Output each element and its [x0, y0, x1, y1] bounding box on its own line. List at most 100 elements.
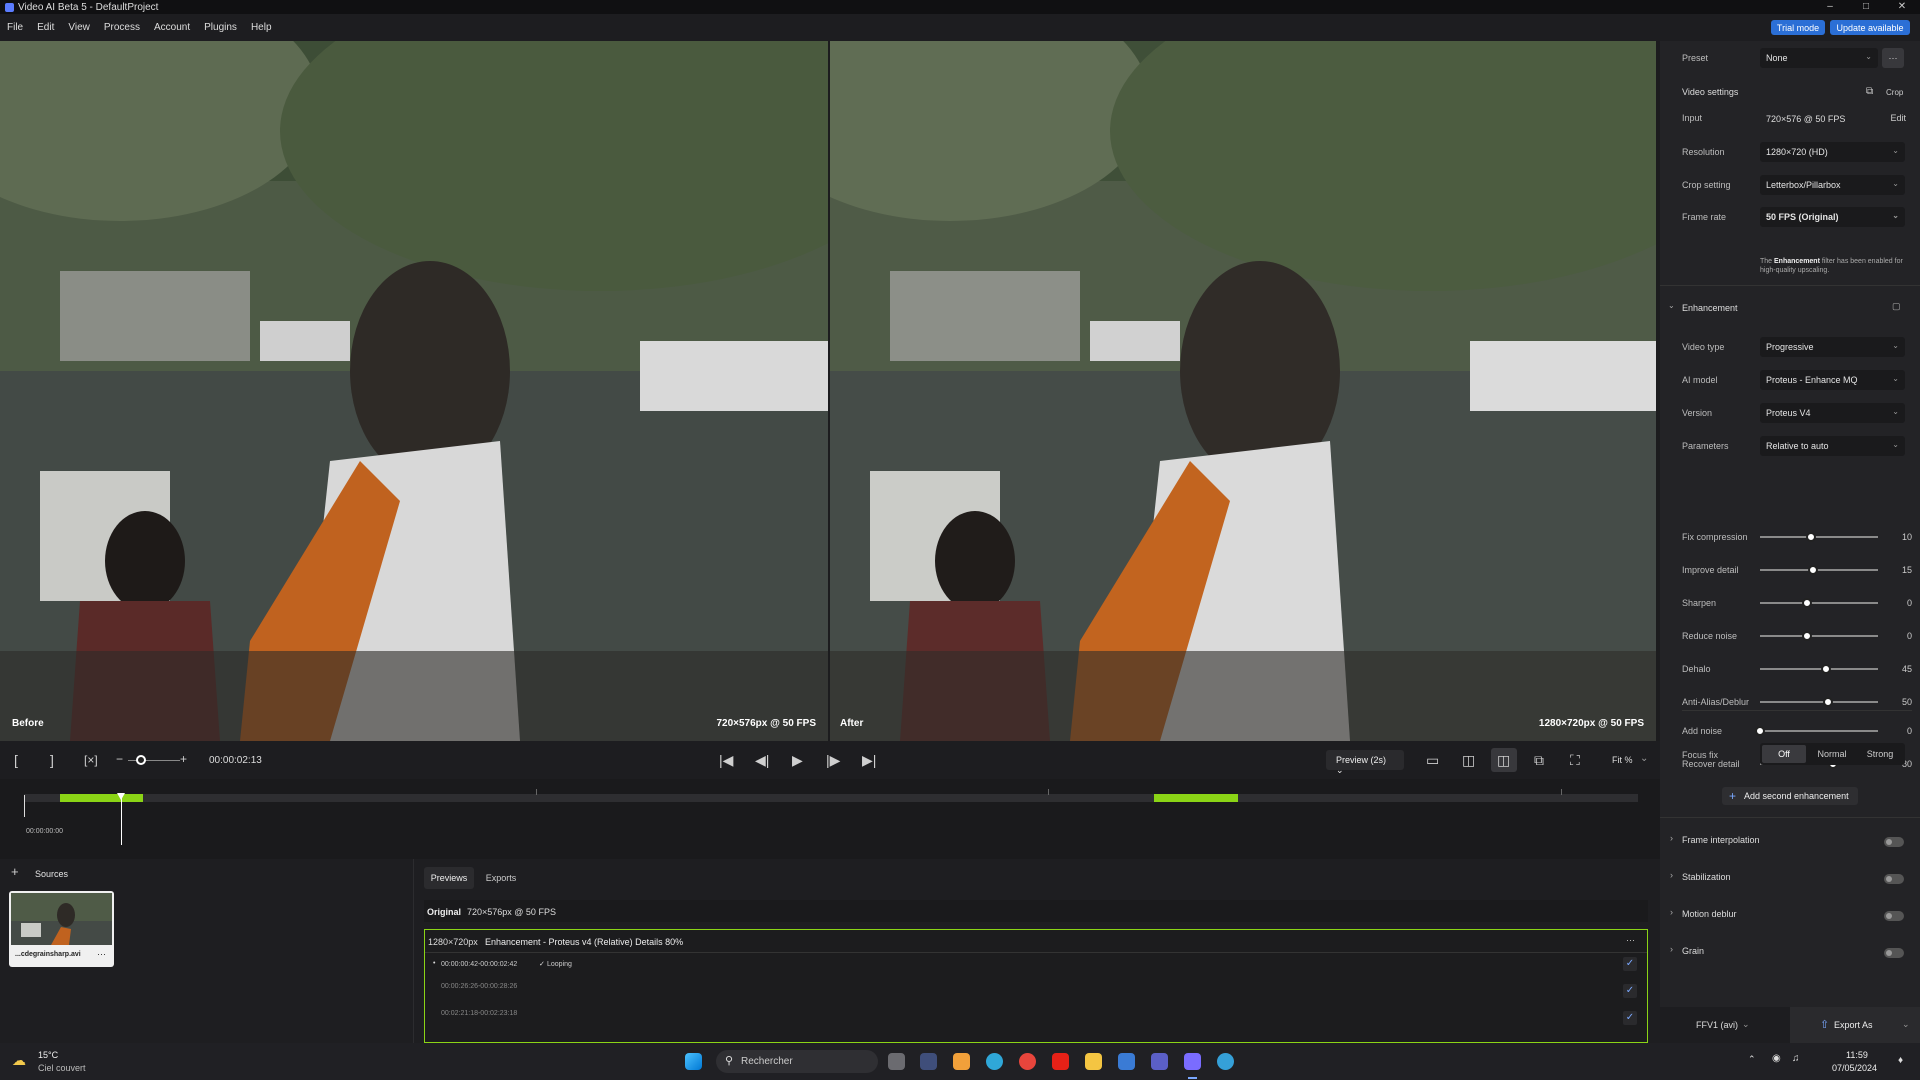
format-dropdown[interactable]: FFV1 (avi) [1696, 1020, 1738, 1030]
zoom-out-icon[interactable]: − [116, 752, 123, 766]
slider-track[interactable] [1760, 532, 1878, 542]
motion-deblur-toggle[interactable] [1884, 911, 1904, 921]
source-thumbnail-card[interactable]: ...cdegrainsharp.avi ··· [9, 891, 114, 967]
slider-track[interactable] [1760, 631, 1878, 641]
preview-button[interactable]: Preview (2s) ⌄ [1326, 750, 1404, 775]
frame-interpolation-toggle[interactable] [1884, 837, 1904, 847]
fit-zoom-dropdown[interactable]: Fit % [1612, 755, 1633, 765]
menu-plugins[interactable]: Plugins [197, 22, 244, 33]
playhead[interactable] [116, 793, 125, 845]
menu-account[interactable]: Account [147, 22, 197, 33]
add-second-enhancement-button[interactable]: + Add second enhancement [1722, 787, 1858, 805]
item-checkbox[interactable]: ✓ [1623, 984, 1637, 998]
timeline-preview-segment[interactable] [1153, 794, 1238, 802]
mark-in-icon[interactable]: [ [14, 753, 18, 767]
timeline-track[interactable] [24, 794, 1638, 802]
preset-more-button[interactable]: ··· [1882, 48, 1904, 68]
prev-frame-icon[interactable]: ◀| [755, 753, 769, 767]
edge-icon[interactable] [986, 1053, 1003, 1070]
side-by-side-view-button[interactable]: ◫ [1491, 748, 1517, 772]
slider-knob[interactable] [1821, 664, 1832, 674]
crop-setting-dropdown[interactable]: Letterbox/Pillarbox ⌄ [1760, 175, 1905, 195]
split-view-icon[interactable]: ◫ [1462, 753, 1475, 767]
edit-input-button[interactable]: Edit [1890, 113, 1906, 123]
crop-button[interactable]: Crop [1886, 88, 1903, 97]
before-preview[interactable]: Before 720×576px @ 50 FPS [0, 41, 828, 741]
app-icon[interactable] [920, 1053, 937, 1070]
job-item-range[interactable]: 00:00:00:42-00:00:02:42 [441, 961, 517, 968]
task-view-icon[interactable] [888, 1053, 905, 1070]
focus-off-option[interactable]: Off [1762, 745, 1806, 763]
crop-icon[interactable]: ⧉ [1866, 86, 1873, 97]
update-available-button[interactable]: Update available [1830, 20, 1910, 35]
weather-icon[interactable]: ☁ [12, 1052, 26, 1069]
menu-process[interactable]: Process [97, 22, 147, 33]
maximize-button[interactable]: □ [1848, 0, 1884, 14]
preview-job-card[interactable]: 1280×720px Enhancement - Proteus v4 (Rel… [424, 929, 1648, 1043]
store-icon[interactable] [1118, 1053, 1135, 1070]
slider-knob[interactable] [1823, 697, 1834, 707]
preset-dropdown[interactable]: None ⌄ [1760, 48, 1878, 68]
version-dropdown[interactable]: Proteus V4 ⌄ [1760, 403, 1905, 423]
slider-knob[interactable] [1802, 598, 1813, 608]
playhead-handle-icon[interactable] [116, 793, 125, 800]
focus-normal-option[interactable]: Normal [1810, 745, 1854, 763]
minimize-button[interactable]: – [1812, 0, 1848, 14]
item-checkbox[interactable]: ✓ [1623, 957, 1637, 971]
video-ai-taskbar-icon[interactable] [1184, 1053, 1201, 1070]
video-type-dropdown[interactable]: Progressive ⌄ [1760, 337, 1905, 357]
zoom-in-icon[interactable]: + [180, 752, 187, 766]
frame-interp-expand-icon[interactable]: › [1670, 833, 1673, 843]
youtube-icon[interactable] [1052, 1053, 1069, 1070]
network-icon[interactable]: ◉ [1772, 1053, 1781, 1064]
app-icon[interactable] [1217, 1053, 1234, 1070]
chrome-icon[interactable] [1019, 1053, 1036, 1070]
start-icon[interactable] [685, 1053, 702, 1070]
timeline-preview-segment[interactable] [59, 794, 144, 802]
app-icon[interactable] [953, 1053, 970, 1070]
play-icon[interactable]: ▶ [792, 753, 803, 767]
slider-knob[interactable] [1755, 726, 1765, 736]
timeline[interactable]: 00:00:00:00 [0, 779, 1660, 859]
lock-icon[interactable]: ▢ [1892, 301, 1901, 312]
teams-icon[interactable] [1151, 1053, 1168, 1070]
fullscreen-icon[interactable]: ⛶ [1570, 753, 1580, 767]
trial-mode-button[interactable]: Trial mode [1771, 20, 1825, 35]
clear-marks-icon[interactable]: [×] [84, 753, 98, 767]
tray-chevron-icon[interactable]: ⌃ [1748, 1054, 1756, 1065]
grain-expand-icon[interactable]: › [1670, 944, 1673, 954]
source-more-button[interactable]: ··· [97, 949, 106, 959]
skip-end-icon[interactable]: ▶| [862, 753, 876, 767]
slider-knob[interactable] [1808, 565, 1819, 575]
slider-knob[interactable] [1805, 532, 1816, 542]
grain-title[interactable]: Grain [1682, 946, 1704, 956]
stabilization-title[interactable]: Stabilization [1682, 872, 1731, 882]
stabilization-toggle[interactable] [1884, 874, 1904, 884]
export-as-button[interactable]: ⇧ Export As ⌄ [1790, 1007, 1920, 1043]
tab-previews[interactable]: Previews [424, 867, 474, 889]
overlay-view-icon[interactable]: ⧉ [1534, 753, 1544, 767]
slider-track[interactable] [1755, 726, 1878, 736]
resolution-dropdown[interactable]: 1280×720 (HD) ⌄ [1760, 142, 1905, 162]
menu-help[interactable]: Help [244, 22, 279, 33]
add-source-icon[interactable]: + [11, 865, 19, 879]
slider-track[interactable] [1760, 697, 1878, 707]
frame-interpolation-title[interactable]: Frame interpolation [1682, 835, 1760, 845]
file-explorer-icon[interactable] [1085, 1053, 1102, 1070]
zoom-slider-knob[interactable] [136, 755, 146, 765]
item-checkbox[interactable]: ✓ [1623, 1011, 1637, 1025]
slider-track[interactable] [1760, 565, 1878, 575]
next-frame-icon[interactable]: |▶ [826, 753, 840, 767]
skip-start-icon[interactable]: |◀ [719, 753, 733, 767]
volume-icon[interactable]: ♫ [1792, 1053, 1800, 1064]
after-preview[interactable]: After 1280×720px @ 50 FPS [830, 41, 1656, 741]
notification-bell-icon[interactable]: ♦ [1898, 1055, 1903, 1066]
ai-model-dropdown[interactable]: Proteus - Enhance MQ ⌄ [1760, 370, 1905, 390]
focus-strong-option[interactable]: Strong [1858, 745, 1902, 763]
tab-exports[interactable]: Exports [478, 867, 524, 889]
job-item-range[interactable]: 00:02:21:18-00:02:23:18 [441, 1010, 517, 1017]
menu-file[interactable]: File [0, 22, 30, 33]
parameters-dropdown[interactable]: Relative to auto ⌄ [1760, 436, 1905, 456]
grain-toggle[interactable] [1884, 948, 1904, 958]
slider-knob[interactable] [1802, 631, 1813, 641]
